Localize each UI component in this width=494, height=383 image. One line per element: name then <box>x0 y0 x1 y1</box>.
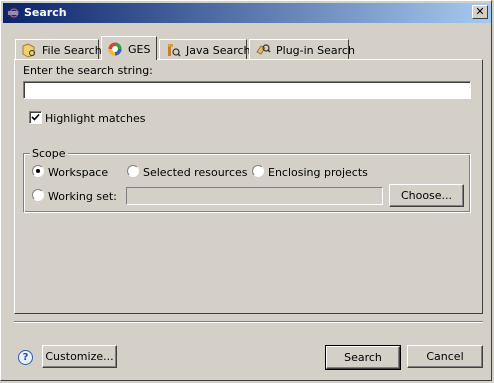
tab-file-search[interactable]: File Search <box>15 39 102 59</box>
search-input[interactable] <box>23 81 471 99</box>
tab-label: File Search <box>42 44 102 57</box>
radio-working-set-label: Working set: <box>48 190 117 203</box>
checkmark-icon <box>31 113 40 121</box>
eclipse-icon <box>6 6 20 20</box>
working-set-field <box>126 187 383 205</box>
choose-button[interactable]: Choose... <box>389 184 464 207</box>
radio-enclosing-projects[interactable] <box>252 165 264 177</box>
tab-plugin-search[interactable]: Plug-in Search <box>249 39 355 59</box>
help-icon[interactable]: ? <box>18 350 33 365</box>
java-search-icon <box>165 42 181 58</box>
tab-label: Java Search <box>186 44 251 57</box>
plugin-search-icon <box>255 42 271 58</box>
close-icon: ✕ <box>475 5 485 18</box>
highlight-matches-label: Highlight matches <box>45 112 146 125</box>
tab-java-search[interactable]: Java Search <box>159 39 251 59</box>
radio-selected-resources-label: Selected resources <box>143 166 248 179</box>
ges-icon <box>107 41 123 57</box>
search-dialog: Search ✕ File Search GES Java Search Plu… <box>0 0 492 381</box>
tab-label: Plug-in Search <box>276 44 355 57</box>
window-title: Search <box>24 6 67 19</box>
file-search-icon <box>21 42 37 58</box>
radio-working-set[interactable] <box>32 189 44 201</box>
customize-button[interactable]: Customize... <box>42 345 117 368</box>
cancel-button[interactable]: Cancel <box>407 345 483 368</box>
scope-title: Scope <box>30 147 68 160</box>
close-button[interactable]: ✕ <box>472 5 488 19</box>
radio-dot <box>36 169 40 173</box>
title-bar: Search ✕ <box>3 3 491 23</box>
tab-ges[interactable]: GES <box>101 36 157 60</box>
tab-label: GES <box>128 43 151 56</box>
radio-selected-resources[interactable] <box>127 165 139 177</box>
radio-enclosing-projects-label: Enclosing projects <box>268 166 368 179</box>
highlight-matches-checkbox[interactable] <box>29 111 42 124</box>
footer-separator <box>14 321 483 323</box>
radio-workspace[interactable] <box>32 165 44 177</box>
search-string-label: Enter the search string: <box>23 64 153 77</box>
radio-workspace-label: Workspace <box>48 166 109 179</box>
search-button[interactable]: Search <box>325 345 401 370</box>
